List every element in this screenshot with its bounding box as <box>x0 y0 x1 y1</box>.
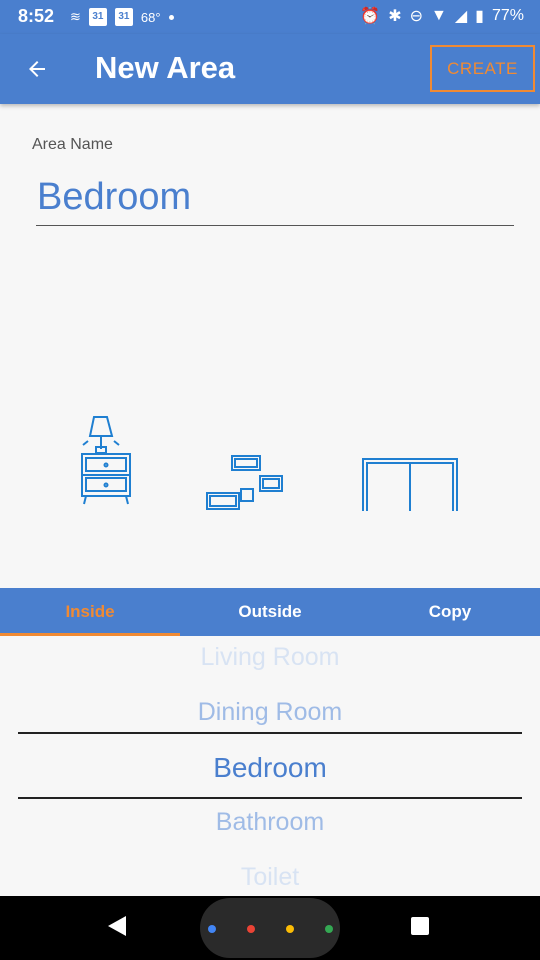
area-type-picker[interactable]: Living Room Dining Room Bedroom Bathroom… <box>0 636 540 896</box>
spotify-icon: ≋ <box>70 9 81 24</box>
status-bar: 8:52 ≋ 31 31 68° ⏰ ✱ ⊖ ▼ ◢ ▮ 77% <box>0 0 540 34</box>
nightstand-icon <box>81 453 131 505</box>
more-notifications-dot <box>168 14 174 20</box>
assistant-dot-blue <box>208 925 216 933</box>
picker-item-dining-room[interactable]: Dining Room <box>0 698 540 727</box>
dnd-icon: ⊖ <box>409 8 423 25</box>
area-name-input[interactable] <box>36 170 514 226</box>
app-bar: New Area CREATE <box>0 34 540 104</box>
tab-bar: Inside Outside Copy <box>0 588 540 636</box>
tab-inside[interactable]: Inside <box>0 588 180 636</box>
picker-item-toilet[interactable]: Toilet <box>0 863 540 892</box>
tab-copy[interactable]: Copy <box>360 588 540 636</box>
picture-frames-icon <box>206 455 283 510</box>
wifi-icon: ▼ <box>431 7 447 24</box>
nav-home-button[interactable] <box>200 898 340 958</box>
assistant-dot-yellow <box>286 925 294 933</box>
calendar-icon-2: 31 <box>114 8 133 26</box>
battery-icon: ▮ <box>475 8 484 25</box>
picker-item-living-room[interactable]: Living Room <box>0 643 540 672</box>
arrow-left-icon <box>29 61 45 77</box>
bedroom-illustration <box>81 416 458 511</box>
system-nav-bar <box>0 896 540 960</box>
content-area: Area Name <box>0 116 540 588</box>
assistant-dot-green <box>325 925 333 933</box>
nav-back-icon[interactable] <box>108 916 126 936</box>
status-time: 8:52 <box>18 6 55 26</box>
create-button[interactable]: CREATE <box>430 45 535 92</box>
weather-temp: 68° <box>140 9 161 25</box>
picker-item-bathroom[interactable]: Bathroom <box>0 808 540 837</box>
notification-icons: ≋ 31 31 68° <box>70 8 174 26</box>
battery-percent: 77% <box>491 7 524 24</box>
back-button[interactable] <box>18 50 56 88</box>
picker-selection-bottom-line <box>18 797 522 799</box>
alarm-icon: ⏰ <box>360 8 381 25</box>
picker-item-bedroom[interactable]: Bedroom <box>0 752 540 784</box>
bluetooth-icon: ✱ <box>388 8 402 25</box>
assistant-dot-red <box>247 925 255 933</box>
nav-recents-icon[interactable] <box>411 917 429 935</box>
signal-icon: ◢ <box>454 8 468 25</box>
picker-selection-top-line <box>18 732 522 734</box>
system-icons: ⏰ ✱ ⊖ ▼ ◢ ▮ 77% <box>360 6 524 26</box>
wardrobe-icon <box>362 458 458 511</box>
tab-outside[interactable]: Outside <box>180 588 360 636</box>
page-title: New Area <box>95 50 236 85</box>
area-name-label: Area Name <box>32 136 113 153</box>
lamp-icon <box>82 416 120 454</box>
calendar-icon: 31 <box>88 8 107 26</box>
